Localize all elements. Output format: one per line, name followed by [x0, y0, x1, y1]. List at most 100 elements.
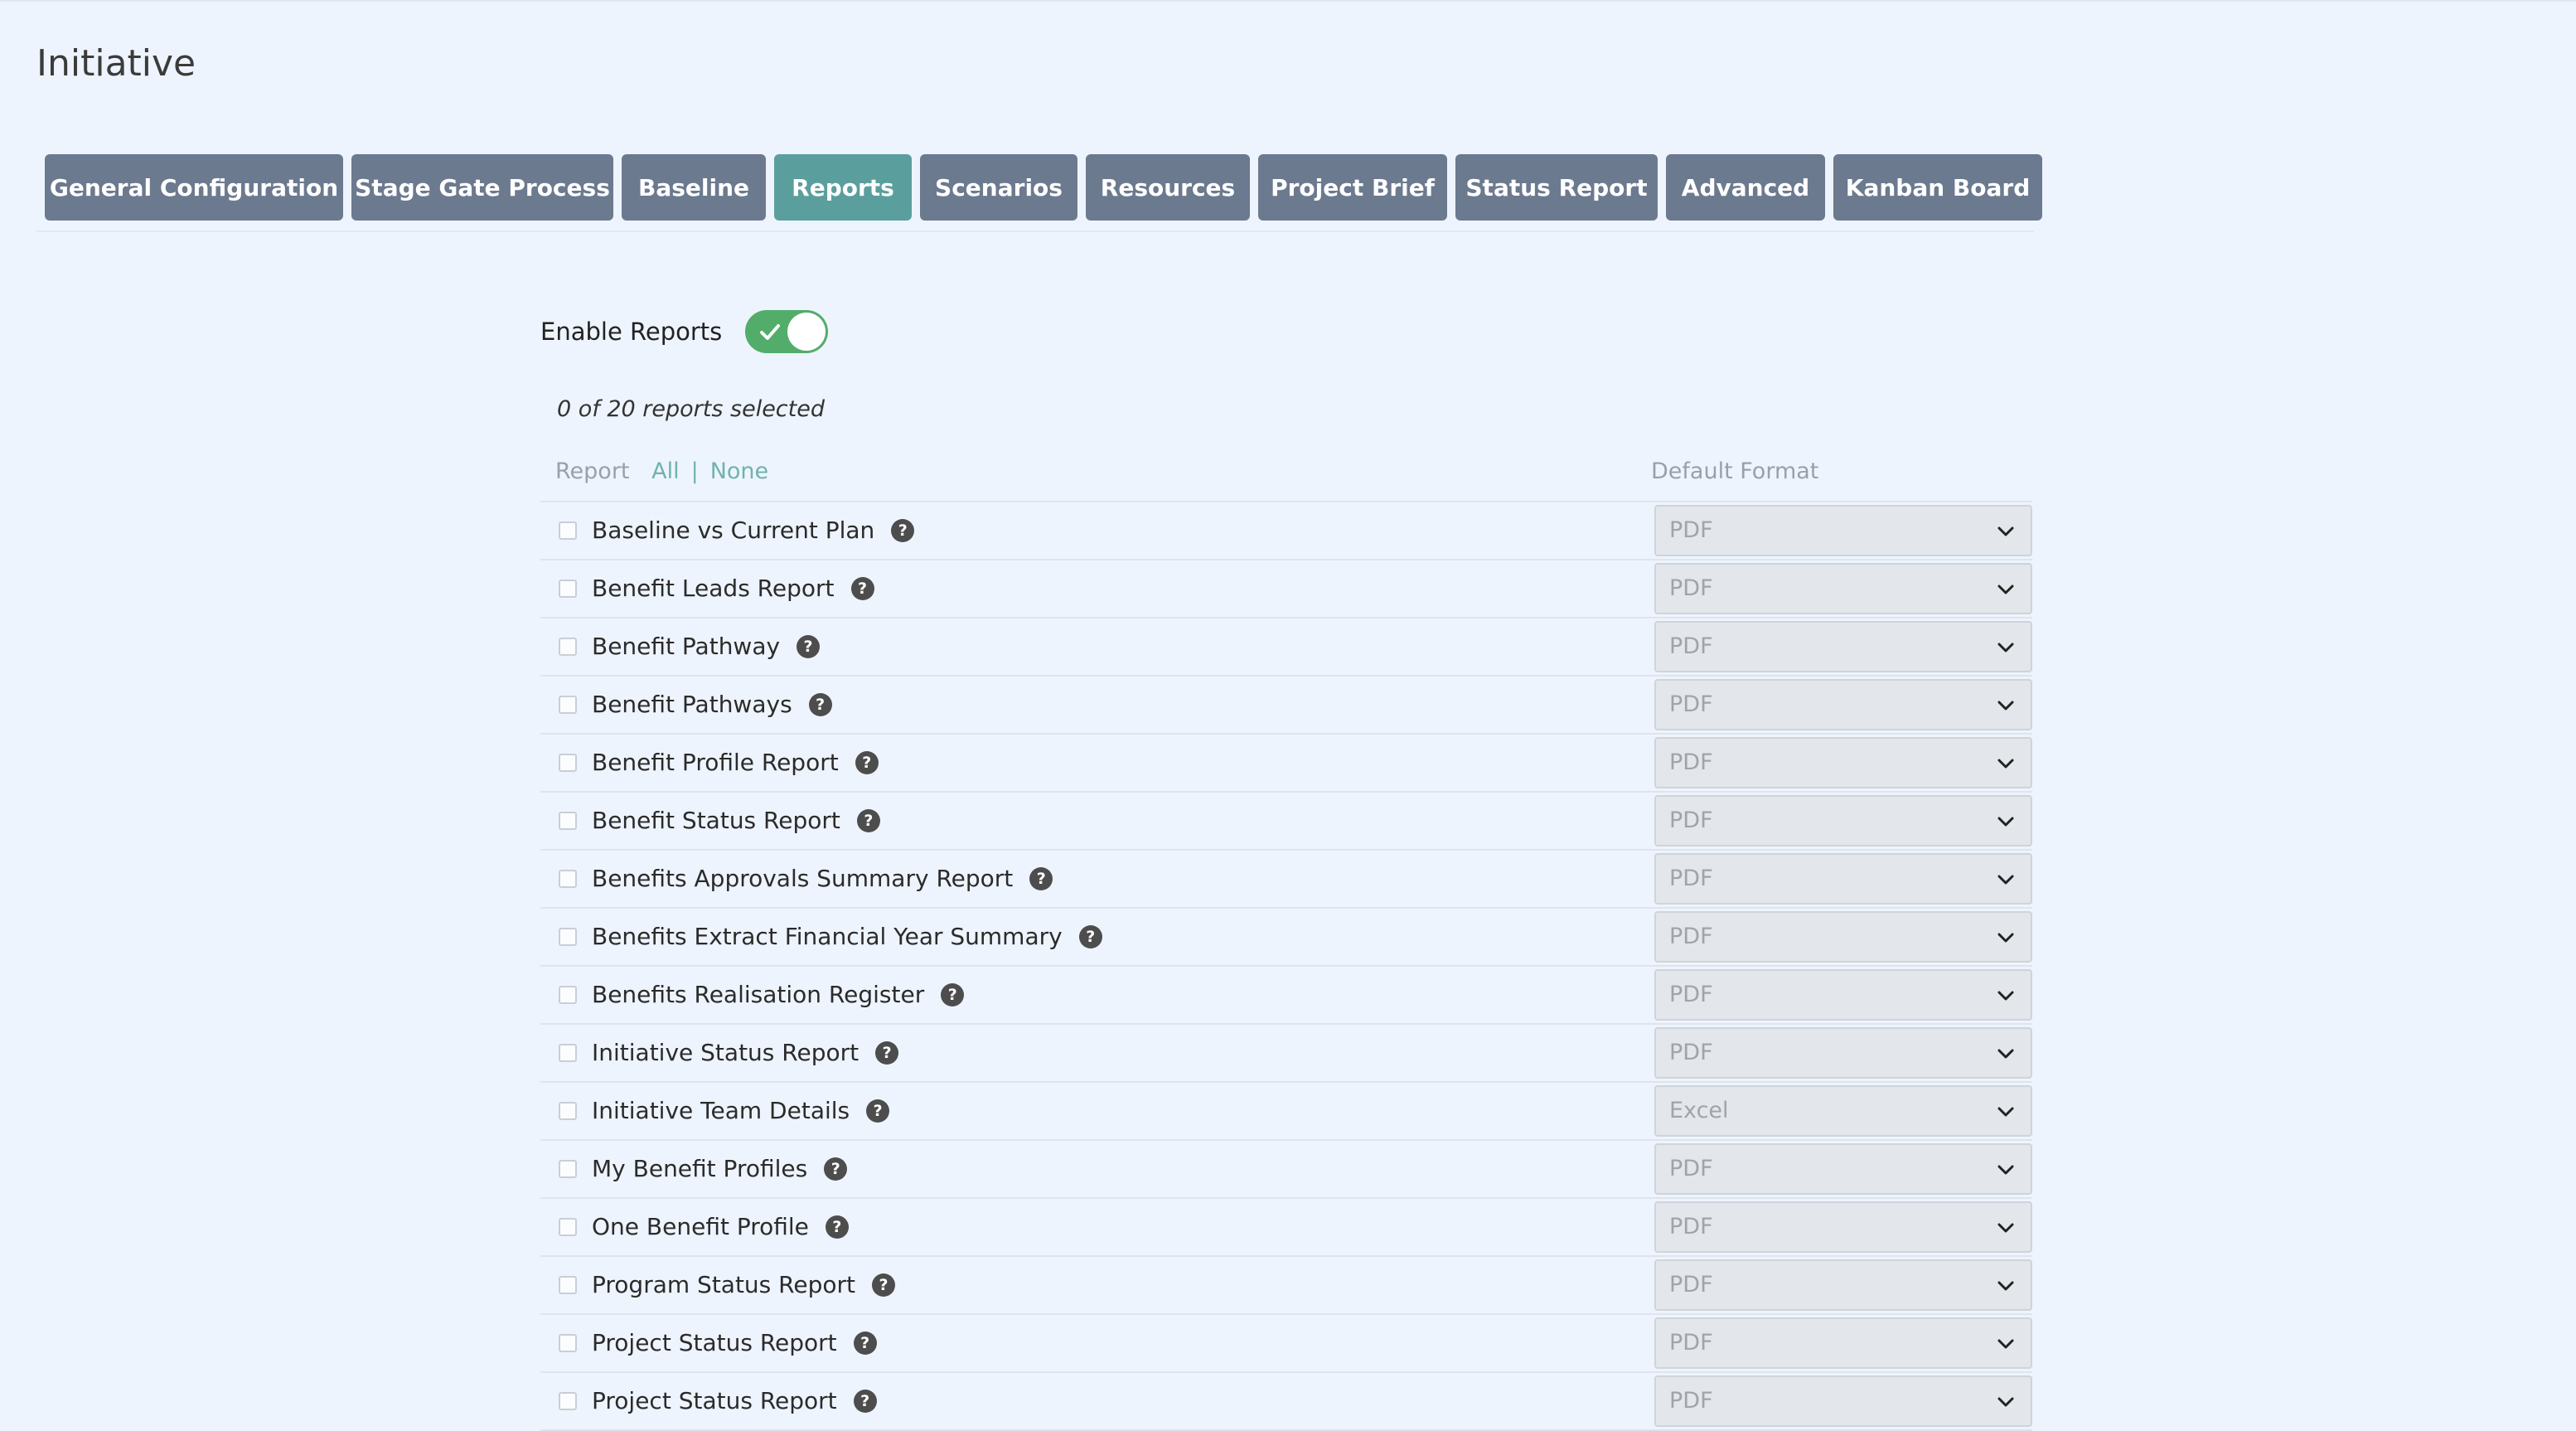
help-icon[interactable]: ?: [871, 1273, 895, 1297]
report-name: Program Status Report: [592, 1271, 855, 1298]
check-icon: [760, 324, 781, 340]
report-checkbox[interactable]: [559, 1392, 577, 1410]
report-checkbox[interactable]: [559, 1218, 577, 1236]
default-format-select[interactable]: PDF: [1654, 1259, 2032, 1311]
default-format-select[interactable]: PDF: [1654, 621, 2032, 672]
default-format-select[interactable]: PDF: [1654, 505, 2032, 556]
table-row: Project Status Report? PDF: [540, 1373, 2032, 1431]
tab-scenarios[interactable]: Scenarios: [920, 154, 1077, 221]
default-format-select[interactable]: PDF: [1654, 1143, 2032, 1195]
tab-general-configuration[interactable]: General Configuration: [45, 154, 343, 221]
help-icon[interactable]: ?: [850, 577, 874, 600]
report-name: One Benefit Profile: [592, 1213, 809, 1240]
table-row: Benefit Profile Report? PDF: [540, 735, 2032, 793]
report-checkbox[interactable]: [559, 1102, 577, 1120]
report-checkbox[interactable]: [559, 754, 577, 772]
reports-table: Report All | None Default Format Baseline …: [540, 454, 2032, 1431]
report-checkbox[interactable]: [559, 1276, 577, 1294]
default-format-value: PDF: [1669, 575, 1713, 601]
chevron-down-icon: [1997, 1339, 2014, 1349]
report-name-cell: Benefit Profile Report?: [592, 735, 879, 791]
help-icon[interactable]: ?: [808, 693, 832, 716]
default-format-value: PDF: [1669, 808, 1713, 833]
tab-reports[interactable]: Reports: [774, 154, 912, 221]
help-icon[interactable]: ?: [853, 1332, 877, 1355]
report-name-cell: Benefit Leads Report?: [592, 560, 874, 617]
help-icon[interactable]: ?: [853, 1390, 877, 1413]
chevron-down-icon: [1997, 1107, 2014, 1117]
report-checkbox[interactable]: [559, 870, 577, 888]
report-checkbox[interactable]: [559, 928, 577, 946]
table-row: Benefit Status Report? PDF: [540, 793, 2032, 851]
help-icon[interactable]: ?: [797, 635, 821, 658]
default-format-select[interactable]: PDF: [1654, 795, 2032, 846]
table-row: My Benefit Profiles? PDF: [540, 1141, 2032, 1199]
table-row: Benefits Extract Financial Year Summary?…: [540, 909, 2032, 967]
tab-resources[interactable]: Resources: [1086, 154, 1250, 221]
help-icon[interactable]: ?: [941, 983, 965, 1007]
default-format-value: PDF: [1669, 749, 1713, 775]
default-format-select[interactable]: PDF: [1654, 679, 2032, 730]
table-row: Benefits Realisation Register? PDF: [540, 967, 2032, 1025]
top-border: [0, 0, 2576, 2]
select-none-link[interactable]: None: [710, 458, 768, 484]
help-icon[interactable]: ?: [866, 1099, 890, 1123]
help-icon[interactable]: ?: [891, 519, 915, 542]
report-checkbox[interactable]: [559, 1160, 577, 1178]
report-name-cell: Benefit Pathway?: [592, 618, 821, 675]
report-name-cell: Project Status Report?: [592, 1315, 877, 1371]
default-format-value: PDF: [1669, 1156, 1713, 1181]
default-format-select[interactable]: PDF: [1654, 563, 2032, 614]
tab-baseline[interactable]: Baseline: [622, 154, 766, 221]
chevron-down-icon: [1997, 643, 2014, 652]
help-icon[interactable]: ?: [855, 751, 879, 774]
chevron-down-icon: [1997, 526, 2014, 536]
default-format-select[interactable]: PDF: [1654, 853, 2032, 905]
chevron-down-icon: [1997, 875, 2014, 885]
default-format-select[interactable]: PDF: [1654, 737, 2032, 788]
chevron-down-icon: [1997, 817, 2014, 827]
chevron-down-icon: [1997, 933, 2014, 943]
help-icon[interactable]: ?: [824, 1157, 848, 1181]
report-header-label: Report: [555, 458, 630, 484]
table-row: Initiative Team Details? Excel: [540, 1083, 2032, 1141]
tab-advanced[interactable]: Advanced: [1666, 154, 1825, 221]
report-name-cell: Benefit Status Report?: [592, 793, 880, 849]
default-format-select[interactable]: PDF: [1654, 911, 2032, 963]
default-format-select[interactable]: PDF: [1654, 969, 2032, 1021]
tab-project-brief[interactable]: Project Brief: [1258, 154, 1447, 221]
default-format-select[interactable]: PDF: [1654, 1201, 2032, 1253]
help-icon[interactable]: ?: [1029, 867, 1053, 890]
tab-kanban-board[interactable]: Kanban Board: [1833, 154, 2042, 221]
help-icon[interactable]: ?: [1078, 925, 1102, 948]
enable-reports-label: Enable Reports: [540, 318, 723, 346]
report-checkbox[interactable]: [559, 812, 577, 830]
default-format-select[interactable]: PDF: [1654, 1027, 2032, 1079]
help-icon[interactable]: ?: [825, 1215, 849, 1239]
report-name: Project Status Report: [592, 1387, 837, 1414]
default-format-select[interactable]: PDF: [1654, 1375, 2032, 1427]
enable-reports-toggle[interactable]: [745, 310, 829, 353]
help-icon[interactable]: ?: [875, 1041, 899, 1065]
report-name: Benefits Approvals Summary Report: [592, 865, 1014, 892]
default-format-select[interactable]: Excel: [1654, 1085, 2032, 1137]
table-row: Benefit Pathway? PDF: [540, 618, 2032, 677]
tab-status-report[interactable]: Status Report: [1455, 154, 1658, 221]
page-title: Initiative: [36, 42, 196, 85]
tab-stage-gate-process[interactable]: Stage Gate Process: [351, 154, 613, 221]
report-name: Initiative Status Report: [592, 1039, 859, 1066]
report-checkbox[interactable]: [559, 986, 577, 1004]
report-checkbox[interactable]: [559, 638, 577, 656]
select-all-link[interactable]: All: [651, 458, 679, 484]
report-checkbox[interactable]: [559, 1334, 577, 1352]
chevron-down-icon: [1997, 701, 2014, 711]
table-row: Benefit Pathways? PDF: [540, 677, 2032, 735]
table-row: Program Status Report? PDF: [540, 1257, 2032, 1315]
report-checkbox[interactable]: [559, 696, 577, 714]
default-format-select[interactable]: PDF: [1654, 1317, 2032, 1369]
report-checkbox[interactable]: [559, 521, 577, 540]
chevron-down-icon: [1997, 1281, 2014, 1291]
report-checkbox[interactable]: [559, 1044, 577, 1062]
report-checkbox[interactable]: [559, 580, 577, 598]
help-icon[interactable]: ?: [856, 809, 880, 832]
